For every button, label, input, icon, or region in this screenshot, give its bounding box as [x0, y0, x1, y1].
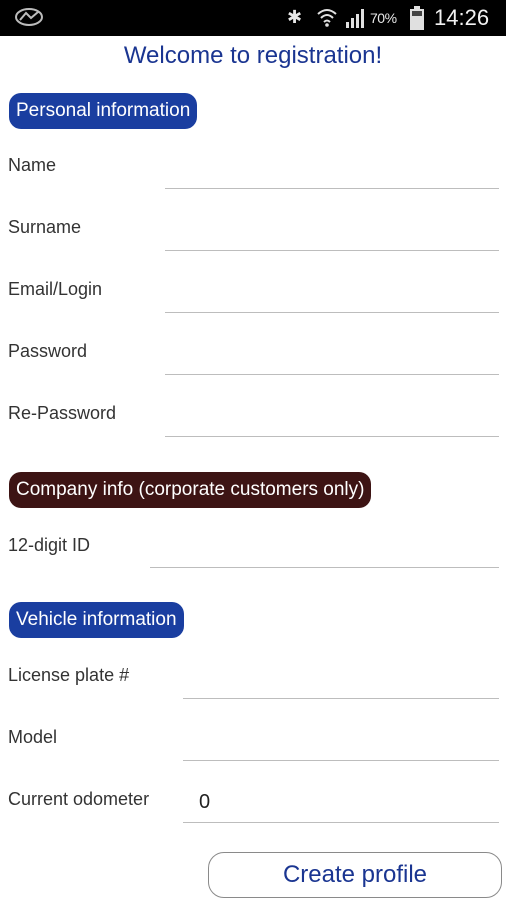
model-input[interactable]: [183, 727, 499, 761]
page-title: Welcome to registration!: [123, 42, 383, 69]
battery-icon: [410, 6, 424, 30]
surname-label: Surname: [8, 217, 82, 237]
signal-icon: [346, 9, 364, 28]
email-label: Email/Login: [8, 279, 103, 299]
plate-label: License plate #: [8, 665, 130, 685]
password-label: Password: [8, 341, 88, 361]
app-notification-icon: [15, 8, 43, 26]
id12-input[interactable]: [150, 534, 499, 568]
repassword-label: Re-Password: [8, 403, 117, 423]
name-input[interactable]: [165, 155, 499, 189]
email-input[interactable]: [165, 279, 499, 313]
surname-input[interactable]: [165, 217, 499, 251]
name-label: Name: [8, 155, 57, 175]
odometer-input[interactable]: [183, 783, 499, 823]
id12-label: 12-digit ID: [8, 535, 91, 555]
status-bar: ✱ 70% 14:26: [0, 0, 506, 36]
section-header-personal: Personal information: [9, 93, 198, 129]
password-input[interactable]: [165, 341, 499, 375]
wifi-icon: [317, 9, 337, 27]
bluetooth-icon: ✱: [287, 7, 303, 27]
clock: 14:26: [434, 5, 490, 30]
battery-percent: 70%: [370, 10, 397, 26]
repassword-input[interactable]: [165, 403, 499, 437]
create-profile-button[interactable]: Create profile: [208, 852, 502, 898]
odometer-label: Current odometer: [8, 789, 150, 809]
model-label: Model: [8, 727, 58, 747]
section-header-vehicle: Vehicle information: [9, 602, 184, 638]
section-header-company: Company info (corporate customers only): [9, 472, 372, 508]
plate-input[interactable]: [183, 665, 499, 699]
